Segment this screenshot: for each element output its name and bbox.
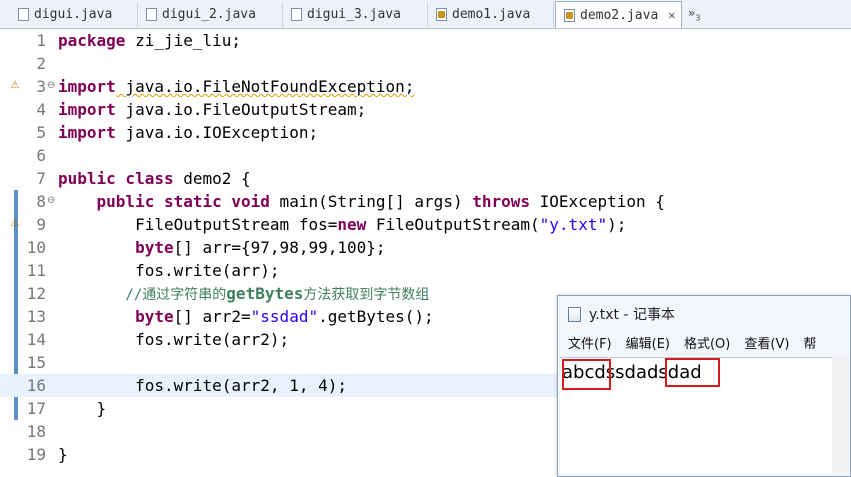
tab-label: demo1.java [452, 7, 531, 22]
java-file-warning-icon [564, 8, 575, 22]
line-number: 18 [26, 422, 46, 441]
line-number: 9 [36, 215, 46, 234]
code-line: 1 package zi_jie_liu; [0, 29, 851, 52]
tab-demo2-java[interactable]: demo2.java ✕ [555, 1, 682, 28]
notepad-window[interactable]: y.txt - 记事本 文件(F) 编辑(E) 格式(O) 查看(V) 帮 ab… [557, 295, 851, 477]
notepad-title-bar[interactable]: y.txt - 记事本 [568, 304, 675, 324]
menu-help[interactable]: 帮 [803, 334, 816, 356]
line-number: 15 [26, 353, 46, 372]
code-text: byte[] arr={97,98,99,100}; [58, 238, 386, 257]
code-text: fos.write(arr); [58, 261, 280, 280]
editor-tab-bar: digui.java digui_2.java digui_3.java dem… [0, 0, 851, 29]
line-number: 4 [36, 100, 46, 119]
line-number: 11 [26, 261, 46, 280]
line-number: 17 [26, 399, 46, 418]
code-line: 10 byte[] arr={97,98,99,100}; [0, 236, 851, 259]
code-line: 11 fos.write(arr); [0, 259, 851, 282]
line-number: 6 [36, 146, 46, 165]
java-file-icon [18, 8, 29, 21]
code-text: import java.io.FileOutputStream; [58, 100, 367, 119]
highlight-box-abcd [562, 359, 611, 390]
code-line: 5 import java.io.IOException; [0, 121, 851, 144]
notepad-scrollbar[interactable] [832, 357, 850, 472]
menu-file[interactable]: 文件(F) [568, 334, 612, 356]
code-line: 2 [0, 52, 851, 75]
code-line: 4 import java.io.FileOutputStream; [0, 98, 851, 121]
java-file-warning-icon [436, 8, 447, 21]
tab-overflow-button[interactable]: »3 [688, 6, 700, 22]
code-comment: //通过字符串的getBytes方法获取到字节数组 [58, 284, 430, 303]
code-text: byte[] arr2="ssdad".getBytes(); [58, 307, 434, 326]
code-text: } [58, 399, 107, 418]
code-line: 6 [0, 144, 851, 167]
code-line: 7 public class demo2 { [0, 167, 851, 190]
code-text: package zi_jie_liu; [58, 31, 242, 50]
code-text: fos.write(arr2); [58, 330, 290, 349]
code-line: 8 public static void main(String[] args)… [0, 190, 851, 213]
code-text: fos.write(arr2, 1, 4); [58, 376, 347, 395]
code-text: } [58, 445, 68, 464]
line-number: 16 [26, 376, 46, 395]
highlight-box-sdad [665, 358, 720, 387]
tab-label: digui_3.java [307, 7, 401, 22]
line-number: 8 [36, 192, 46, 211]
hidden-tab-count: 3 [695, 13, 701, 23]
notepad-title: y.txt - 记事本 [589, 307, 675, 323]
tab-label: demo2.java [580, 7, 659, 23]
notepad-text-area[interactable]: abcdssdadsdad [560, 357, 832, 473]
line-number: 10 [26, 238, 46, 257]
line-number: 13 [26, 307, 46, 326]
line-number: 5 [36, 123, 46, 142]
notepad-menu-bar: 文件(F) 编辑(E) 格式(O) 查看(V) 帮 [558, 334, 850, 356]
tab-digui-3-java[interactable]: digui_3.java [283, 2, 428, 27]
java-file-icon [291, 8, 302, 21]
line-number: 3 [36, 77, 46, 96]
notepad-app-icon [568, 306, 581, 322]
close-tab-icon[interactable]: ✕ [668, 8, 675, 22]
code-text: import java.io.IOException; [58, 123, 319, 142]
line-number: 19 [26, 445, 46, 464]
tab-label: digui_2.java [162, 7, 256, 22]
code-text: public static void main(String[] args) t… [58, 192, 665, 211]
menu-format[interactable]: 格式(O) [684, 334, 730, 356]
tab-label: digui.java [34, 7, 113, 22]
code-line: 3 import java.io.FileNotFoundException; [0, 75, 851, 98]
line-number: 1 [36, 31, 46, 50]
line-number: 14 [26, 330, 46, 349]
menu-view[interactable]: 查看(V) [744, 334, 789, 356]
tab-digui-2-java[interactable]: digui_2.java [138, 2, 283, 27]
tab-demo1-java[interactable]: demo1.java [428, 2, 554, 27]
code-text: public class demo2 { [58, 169, 251, 188]
line-number: 7 [36, 169, 46, 188]
tab-digui-java[interactable]: digui.java [10, 2, 138, 27]
code-text: FileOutputStream fos=new FileOutputStrea… [58, 215, 627, 234]
code-line: 9 FileOutputStream fos=new FileOutputStr… [0, 213, 851, 236]
code-text: import java.io.FileNotFoundException; [58, 77, 415, 96]
java-file-icon [146, 8, 157, 21]
line-number: 12 [26, 284, 46, 303]
menu-edit[interactable]: 编辑(E) [626, 334, 670, 356]
line-number: 2 [36, 54, 46, 73]
